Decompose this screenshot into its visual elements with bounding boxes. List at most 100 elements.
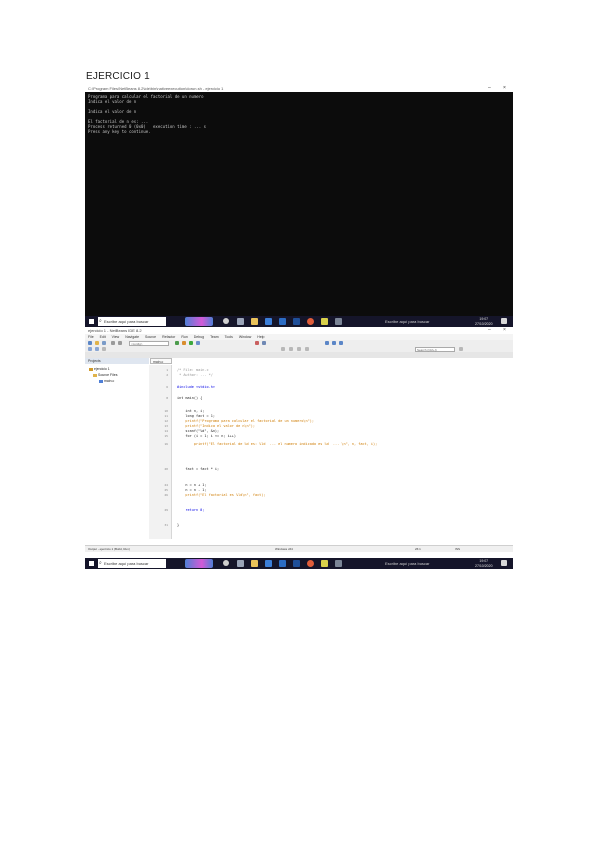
search-icon-2: ⌕: [99, 560, 102, 566]
config-select[interactable]: <config>: [129, 340, 169, 346]
console-line: Press any key to continue.: [88, 129, 151, 134]
line-number: 14: [164, 429, 168, 433]
line-number: 2: [166, 373, 168, 377]
projects-panel: Projects ejercicio 1 Source Files main.c: [85, 358, 150, 539]
menu-item[interactable]: Source: [145, 335, 156, 339]
editor-tab[interactable]: main.c: [150, 358, 172, 364]
ide-title-bar: ejercicio 1 - NetBeans IDE 8.2 – ×: [85, 327, 513, 334]
taskbar-clock[interactable]: 19:07 27/10/2020: [475, 317, 493, 326]
window-layout-3-icon[interactable]: [339, 341, 343, 345]
chrome-icon-2[interactable]: [307, 560, 314, 567]
close-button[interactable]: ×: [503, 85, 506, 92]
line-number: 15: [164, 434, 168, 438]
store-icon-2[interactable]: [265, 560, 272, 567]
line-number: 16: [164, 442, 168, 446]
word-icon[interactable]: [293, 318, 300, 325]
toggle-comment-icon[interactable]: [289, 347, 293, 351]
menu-item[interactable]: Edit: [100, 335, 106, 339]
ide-close-button[interactable]: ×: [503, 327, 506, 334]
line-number: 31: [164, 523, 168, 527]
word-icon-2[interactable]: [293, 560, 300, 567]
cortana-icon-2[interactable]: [223, 560, 229, 566]
code-line: printf("El factorial de %d es: %ld ... e…: [177, 442, 378, 446]
clean-build-icon[interactable]: [182, 341, 186, 345]
tree-item-label: Source Files: [98, 373, 118, 377]
taskbar-search-box-2[interactable]: ⌕ Escribe aquí para buscar: [98, 559, 166, 568]
code-line: return 0;: [177, 508, 205, 512]
file-explorer-icon[interactable]: [251, 318, 258, 325]
store-icon[interactable]: [265, 318, 272, 325]
netbeans-icon[interactable]: [321, 318, 328, 325]
console-app-icon-2[interactable]: [335, 560, 342, 567]
console-app-icon[interactable]: [335, 318, 342, 325]
run-icon[interactable]: [189, 341, 193, 345]
search-field[interactable]: Search (Ctrl+I): [415, 346, 455, 352]
code-line: int main() {: [177, 396, 203, 400]
windows-start-icon-2[interactable]: [89, 561, 94, 566]
find-icon[interactable]: [459, 347, 463, 351]
menu-item[interactable]: Refactor: [162, 335, 175, 339]
ide-minimize-button[interactable]: –: [488, 327, 491, 334]
stop-icon[interactable]: [255, 341, 259, 345]
line-number: 26: [164, 493, 168, 497]
mail-icon[interactable]: [279, 318, 286, 325]
undo-icon[interactable]: [111, 341, 115, 345]
back-icon[interactable]: [88, 347, 92, 351]
window-layout-2-icon[interactable]: [332, 341, 336, 345]
line-number: 8: [166, 396, 168, 400]
windows-start-icon[interactable]: [89, 319, 94, 324]
notification-icon[interactable]: [501, 318, 507, 324]
taskbar-search-box[interactable]: ⌕ Escribe aquí para buscar: [98, 317, 166, 326]
format-icon[interactable]: [281, 347, 285, 351]
taskbar-search-text: Escribe aquí para buscar: [104, 319, 149, 324]
menu-item[interactable]: Team: [210, 335, 219, 339]
menu-item[interactable]: Tools: [225, 335, 233, 339]
line-number: 6: [166, 385, 168, 389]
window-layout-icon[interactable]: [325, 341, 329, 345]
file-explorer-icon-2[interactable]: [251, 560, 258, 567]
save-icon[interactable]: [102, 341, 106, 345]
task-view-icon[interactable]: [237, 318, 244, 325]
netbeans-icon-2[interactable]: [321, 560, 328, 567]
taskbar-search-text-2: Escribe aquí para buscar: [104, 561, 149, 566]
menu-item[interactable]: Navigate: [125, 335, 139, 339]
console-screenshot: C:\Program Files\NetBeans 8.2\ide\bin\na…: [85, 85, 513, 327]
tree-item[interactable]: ejercicio 1: [89, 367, 110, 372]
tree-item[interactable]: main.c: [99, 379, 114, 384]
taskbar: ⌕ Escribe aquí para buscar Escribe aquí …: [85, 316, 513, 327]
menu-item[interactable]: Run: [181, 335, 187, 339]
clock-date-2: 27/10/2020: [475, 563, 493, 568]
redo-icon[interactable]: [118, 341, 122, 345]
line-number: 11: [164, 414, 168, 418]
status-insert-mode: INS: [455, 547, 461, 551]
document-heading: EJERCICIO 1: [86, 71, 150, 82]
debug-icon[interactable]: [196, 341, 200, 345]
new-file-icon[interactable]: [88, 341, 92, 345]
projects-tab[interactable]: Projects: [85, 358, 149, 364]
code-line: * Author: ... */: [177, 373, 213, 377]
build-icon[interactable]: [175, 341, 179, 345]
notification-icon-2[interactable]: [501, 560, 507, 566]
menu-item[interactable]: File: [88, 335, 94, 339]
task-view-icon-2[interactable]: [237, 560, 244, 567]
shift-left-icon[interactable]: [297, 347, 301, 351]
profile-icon[interactable]: [262, 341, 266, 345]
history-icon[interactable]: [102, 347, 106, 351]
code-editor[interactable]: main.c 1 2 6 8 10 11 12 13 14 15 16 20 24 25 26 29 31 /*…: [149, 358, 513, 539]
tree-item-label: ejercicio 1: [94, 367, 110, 371]
mail-icon-2[interactable]: [279, 560, 286, 567]
menu-item[interactable]: Debug: [194, 335, 204, 339]
menu-item[interactable]: Help: [257, 335, 264, 339]
taskbar-clock-2[interactable]: 19:07 27/10/2020: [475, 559, 493, 568]
ide-screenshot: ejercicio 1 - NetBeans IDE 8.2 – × File E…: [85, 327, 513, 569]
tree-item[interactable]: Source Files: [93, 373, 117, 378]
shift-right-icon[interactable]: [305, 347, 309, 351]
menu-item[interactable]: Window: [239, 335, 251, 339]
chrome-icon[interactable]: [307, 318, 314, 325]
cortana-icon[interactable]: [223, 318, 229, 324]
minimize-button[interactable]: –: [488, 85, 491, 92]
open-project-icon[interactable]: [95, 341, 99, 345]
status-platform: Windows x64: [275, 547, 293, 551]
menu-item[interactable]: View: [112, 335, 120, 339]
forward-icon[interactable]: [95, 347, 99, 351]
